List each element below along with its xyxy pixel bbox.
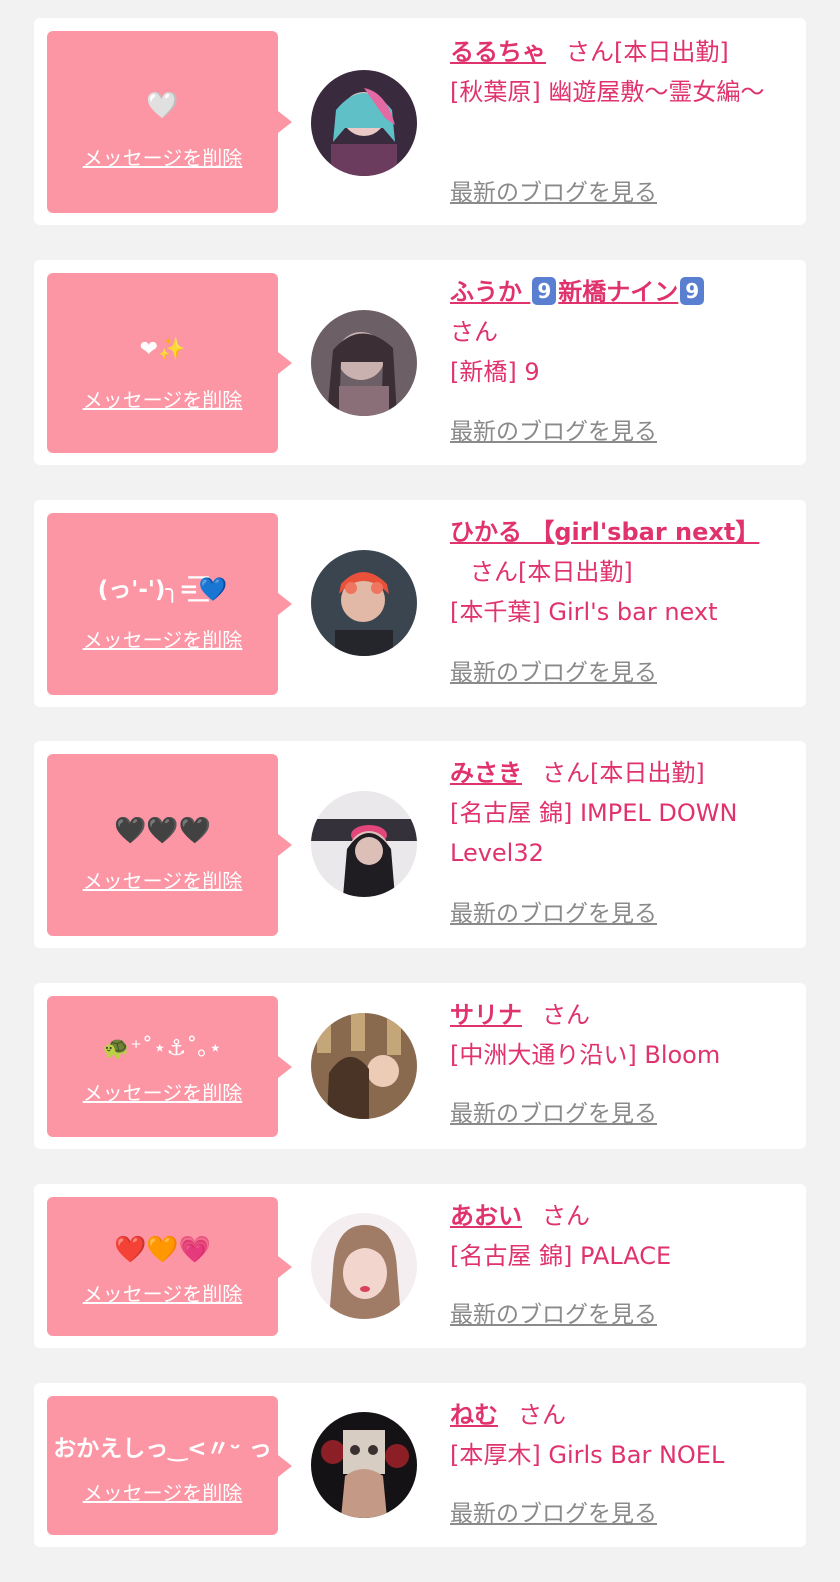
cast-name-link[interactable]: るるちゃ [450, 38, 546, 66]
latest-blog-link[interactable]: 最新のブログを見る [450, 899, 657, 929]
cast-name-link[interactable]: ねむ [450, 1401, 498, 1429]
avatar[interactable] [311, 1013, 417, 1119]
san-suffix: さん [566, 38, 614, 66]
shop-location: [中洲大通り沿い] Bloom [450, 1041, 721, 1069]
latest-blog-link[interactable]: 最新のブログを見る [450, 658, 657, 688]
latest-blog-link[interactable]: 最新のブログを見る [450, 1099, 657, 1129]
delete-message-link[interactable]: メッセージを削除 [47, 1480, 278, 1506]
message-bubble: (っ'-')╮=͟͟͞͞💙 メッセージを削除 [47, 513, 292, 695]
san-suffix: さん [450, 318, 498, 346]
favorites-list: 🤍 メッセージを削除 るるちゃ さん[本日出勤] [秋葉原] 幽遊屋敷〜霊女編〜 … [0, 0, 840, 1582]
delete-message-link[interactable]: メッセージを削除 [47, 145, 278, 171]
cast-name-link[interactable]: あおい [450, 1202, 522, 1230]
san-suffix: さん [542, 1001, 590, 1029]
shop-location: [新橋] 9 [450, 358, 540, 386]
keycap-nine-icon: 9 [680, 277, 705, 305]
avatar[interactable] [311, 1213, 417, 1319]
shop-location: [名古屋 錦] PALACE [450, 1242, 672, 1270]
latest-blog-link[interactable]: 最新のブログを見る [450, 1499, 657, 1529]
san-suffix: さん [542, 1202, 590, 1230]
cast-name-link[interactable]: ふうか 9 新橋ナイン 9 [450, 277, 706, 306]
avatar[interactable] [311, 70, 417, 176]
message-text: 🤍 [146, 91, 179, 121]
message-bubble: おかえしっ‿<〃ᵕ っ メッセージを削除 [47, 1396, 292, 1535]
cast-name-link[interactable]: ひかる 【girl'sbar next】 [450, 518, 759, 546]
shop-location: [本千葉] Girl's bar next [450, 598, 718, 626]
message-text: ❤️🧡💗 [113, 1235, 212, 1265]
message-bubble: ❤️🧡💗 メッセージを削除 [47, 1197, 292, 1336]
message-bubble: ❤✨ メッセージを削除 [47, 273, 292, 453]
latest-blog-link[interactable]: 最新のブログを見る [450, 417, 657, 447]
cast-card: 🐢⁺˚⋆⚓︎˚｡⋆ メッセージを削除 サリナ さん [中洲大通り沿い] Bloom… [34, 983, 806, 1149]
message-text: おかえしっ‿<〃ᵕ っ [53, 1436, 272, 1462]
cast-info: るるちゃ さん[本日出勤] [秋葉原] 幽遊屋敷〜霊女編〜 [450, 32, 790, 112]
san-suffix: さん [542, 759, 590, 787]
shop-location: [名古屋 錦] IMPEL DOWN Level32 [450, 799, 738, 867]
cast-info: ひかる 【girl'sbar next】さん[本日出勤] [本千葉] Girl'… [450, 512, 790, 632]
keycap-nine-icon: 9 [532, 277, 557, 305]
message-text: 🖤🖤🖤 [113, 816, 212, 846]
message-text: 🐢⁺˚⋆⚓︎˚｡⋆ [102, 1036, 223, 1061]
working-today-tag: [本日出勤] [614, 38, 729, 66]
cast-name-text: 新橋ナイン [558, 278, 679, 306]
delete-message-link[interactable]: メッセージを削除 [47, 1080, 278, 1106]
avatar[interactable] [311, 550, 417, 656]
message-bubble: 🤍 メッセージを削除 [47, 31, 292, 213]
cast-info: ねむ さん [本厚木] Girls Bar NOEL [450, 1395, 790, 1475]
delete-message-link[interactable]: メッセージを削除 [47, 387, 278, 413]
cast-card: ❤✨ メッセージを削除 ふうか 9 新橋ナイン 9 さん [新橋] 9 最新のブログ… [34, 260, 806, 465]
cast-info: みさき さん[本日出勤] [名古屋 錦] IMPEL DOWN Level32 [450, 753, 790, 873]
cast-card: (っ'-')╮=͟͟͞͞💙 メッセージを削除 ひかる 【girl'sbar ne… [34, 500, 806, 707]
cast-card: おかえしっ‿<〃ᵕ っ メッセージを削除 ねむ さん [本厚木] Girls Ba… [34, 1383, 806, 1547]
cast-name-link[interactable]: サリナ [450, 1001, 522, 1029]
cast-name-text: ふうか [450, 278, 531, 306]
avatar[interactable] [311, 1412, 417, 1518]
working-today-tag: [本日出勤] [518, 558, 633, 586]
avatar[interactable] [311, 310, 417, 416]
shop-location: [本厚木] Girls Bar NOEL [450, 1441, 725, 1469]
cast-info: あおい さん [名古屋 錦] PALACE [450, 1196, 790, 1276]
working-today-tag: [本日出勤] [590, 759, 705, 787]
cast-card: 🤍 メッセージを削除 るるちゃ さん[本日出勤] [秋葉原] 幽遊屋敷〜霊女編〜 … [34, 18, 806, 225]
latest-blog-link[interactable]: 最新のブログを見る [450, 1300, 657, 1330]
message-bubble: 🖤🖤🖤 メッセージを削除 [47, 754, 292, 936]
cast-info: ふうか 9 新橋ナイン 9 さん [新橋] 9 [450, 272, 790, 392]
san-suffix: さん [470, 558, 518, 586]
message-text: ❤✨ [139, 337, 186, 362]
shop-location: [秋葉原] 幽遊屋敷〜霊女編〜 [450, 78, 765, 106]
avatar[interactable] [311, 791, 417, 897]
message-text: (っ'-')╮=͟͟͞͞💙 [97, 577, 228, 603]
delete-message-link[interactable]: メッセージを削除 [47, 1281, 278, 1307]
cast-card: ❤️🧡💗 メッセージを削除 あおい さん [名古屋 錦] PALACE 最新のブロ… [34, 1184, 806, 1348]
delete-message-link[interactable]: メッセージを削除 [47, 627, 278, 653]
cast-name-link[interactable]: みさき [450, 759, 522, 787]
latest-blog-link[interactable]: 最新のブログを見る [450, 178, 657, 208]
san-suffix: さん [518, 1401, 566, 1429]
cast-info: サリナ さん [中洲大通り沿い] Bloom [450, 995, 790, 1075]
cast-card: 🖤🖤🖤 メッセージを削除 みさき さん[本日出勤] [名古屋 錦] IMPEL D… [34, 741, 806, 948]
message-bubble: 🐢⁺˚⋆⚓︎˚｡⋆ メッセージを削除 [47, 996, 292, 1137]
delete-message-link[interactable]: メッセージを削除 [47, 868, 278, 894]
